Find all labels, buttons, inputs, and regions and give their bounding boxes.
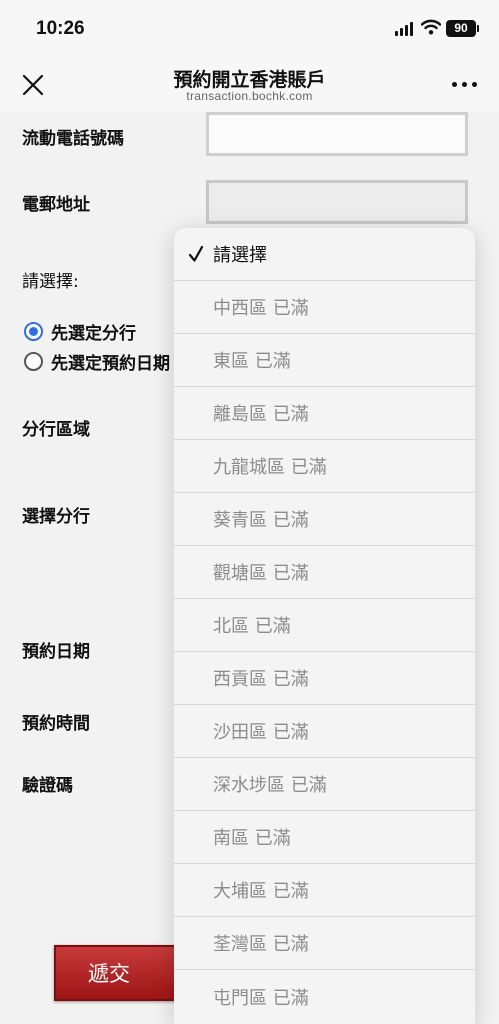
dropdown-option[interactable]: 南區 已滿 (174, 811, 475, 864)
dropdown-option-label: 中西區 已滿 (213, 298, 309, 319)
dropdown-option[interactable]: 中西區 已滿 (174, 281, 475, 334)
date-label: 預約日期 (22, 642, 90, 662)
wifi-icon (421, 19, 441, 35)
mobile-field[interactable] (206, 112, 468, 156)
email-field[interactable] (206, 180, 468, 224)
dropdown-option[interactable]: 大埔區 已滿 (174, 864, 475, 917)
dropdown-option-label: 葵青區 已滿 (213, 510, 309, 531)
page-url: transaction.bochk.com (186, 89, 313, 103)
dropdown-option[interactable]: 請選擇 (174, 228, 475, 281)
dropdown-option[interactable]: 葵青區 已滿 (174, 493, 475, 546)
cellular-signal-icon (395, 22, 415, 36)
dropdown-option-label: 離島區 已滿 (213, 404, 309, 425)
dropdown-option[interactable]: 北區 已滿 (174, 599, 475, 652)
dropdown-option-label: 九龍城區 已滿 (213, 457, 327, 478)
more-options-icon[interactable] (452, 82, 480, 88)
dropdown-option-label: 屯門區 已滿 (213, 987, 309, 1009)
dropdown-option-label: 觀塘區 已滿 (213, 563, 309, 584)
status-bar: 10:26 90 (0, 0, 499, 56)
mobile-label: 流動電話號碼 (22, 129, 124, 149)
branch-label: 選擇分行 (22, 507, 90, 527)
radio-date-first-label: 先選定預約日期 (51, 353, 170, 374)
dropdown-option-label: 請選擇 (213, 245, 267, 266)
district-dropdown[interactable]: 請選擇 中西區 已滿 東區 已滿 離島區 已滿 九龍城區 已滿 葵青區 已滿 觀… (174, 228, 475, 1024)
dropdown-option-label: 南區 已滿 (213, 828, 291, 849)
checkmark-icon (188, 245, 204, 262)
choose-label: 請選擇: (22, 272, 79, 292)
radio-date-first[interactable]: 先選定預約日期 (24, 350, 170, 374)
email-label: 電郵地址 (22, 195, 90, 215)
dropdown-option-label: 荃灣區 已滿 (213, 934, 309, 955)
dropdown-option[interactable]: 東區 已滿 (174, 334, 475, 387)
dropdown-option[interactable]: 西貢區 已滿 (174, 652, 475, 705)
battery-icon: 90 (446, 20, 479, 37)
page-title: 預約開立香港賬戶 (173, 69, 326, 91)
dropdown-option[interactable]: 荃灣區 已滿 (174, 917, 475, 970)
district-label: 分行區域 (22, 420, 90, 440)
dropdown-option[interactable]: 九龍城區 已滿 (174, 440, 475, 493)
nav-bar: 預約開立香港賬戶 transaction.bochk.com (0, 56, 499, 112)
status-time: 10:26 (36, 18, 85, 39)
dropdown-option-label: 東區 已滿 (213, 351, 291, 372)
dropdown-option-label: 沙田區 已滿 (213, 722, 309, 743)
dropdown-option-label: 深水埗區 已滿 (213, 775, 327, 796)
dropdown-option[interactable]: 沙田區 已滿 (174, 705, 475, 758)
captcha-label: 驗證碼 (22, 776, 73, 796)
dropdown-option-label: 西貢區 已滿 (213, 669, 309, 690)
dropdown-option[interactable]: 屯門區 已滿 (174, 970, 475, 1023)
dropdown-option-label: 大埔區 已滿 (213, 881, 309, 902)
dropdown-option-label: 北區 已滿 (213, 616, 291, 637)
dropdown-option[interactable]: 離島區 已滿 (174, 387, 475, 440)
radio-branch-first-label: 先選定分行 (51, 323, 136, 344)
dropdown-option[interactable]: 觀塘區 已滿 (174, 546, 475, 599)
radio-branch-first[interactable]: 先選定分行 (24, 320, 136, 344)
dropdown-option[interactable]: 深水埗區 已滿 (174, 758, 475, 811)
radio-selected-indicator[interactable] (24, 321, 43, 341)
radio-unselected-indicator[interactable] (24, 351, 43, 371)
time-label: 預約時間 (22, 714, 90, 734)
